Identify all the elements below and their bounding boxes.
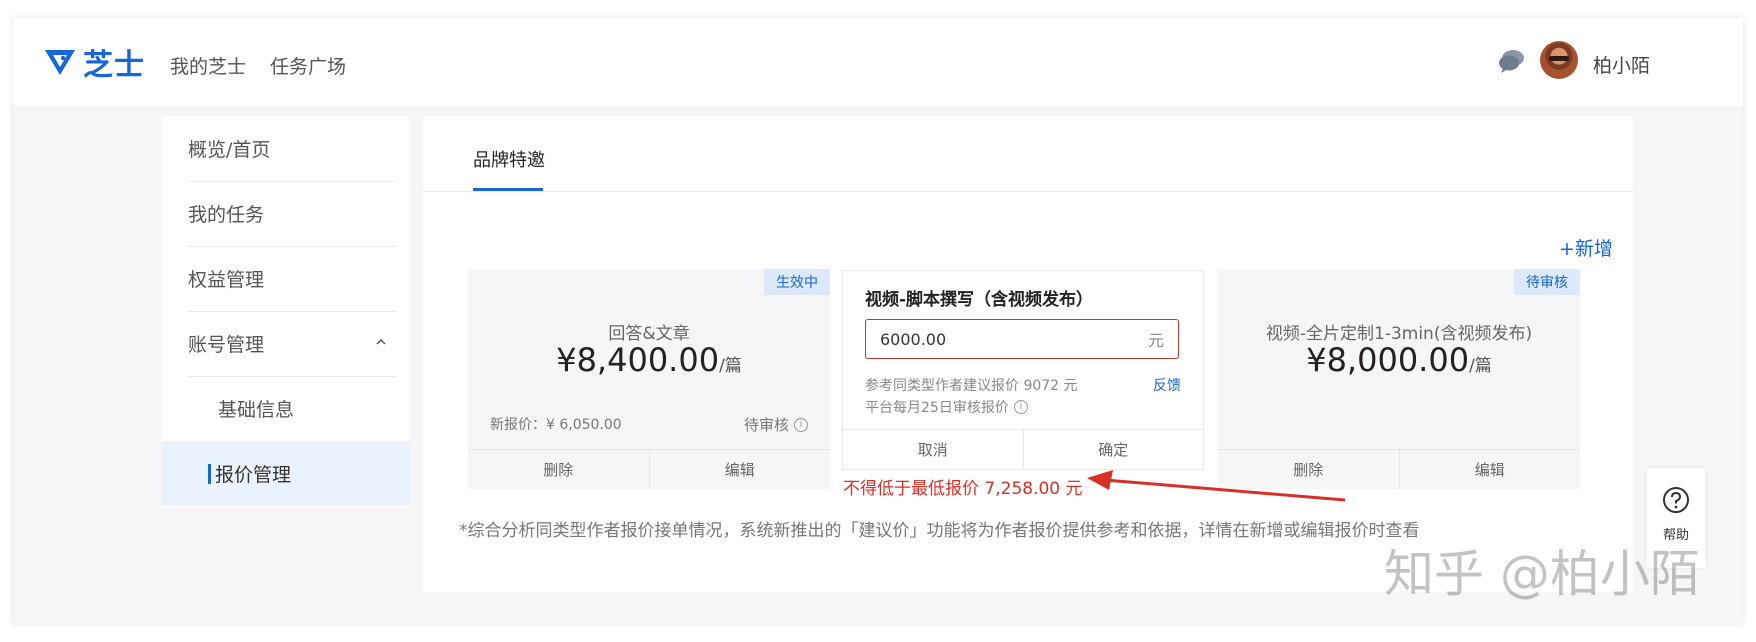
footnote: *综合分析同类型作者报价接单情况，系统新推出的「建议价」功能将为作者报价提供参考… — [459, 521, 1420, 541]
main-panel: 品牌特邀 +新增 生效中 回答&文章 ¥8,400.00/篇 新报价：¥ 6,0… — [423, 116, 1633, 592]
username[interactable]: 柏小陌 — [1593, 51, 1650, 78]
logo[interactable]: 芝士 — [43, 44, 145, 83]
price-unit: /篇 — [1469, 356, 1492, 376]
sidebar: 概览/首页 我的任务 权益管理 账号管理 基础信息 报价管理 — [162, 116, 410, 508]
edit-button[interactable]: 编辑 — [1398, 450, 1581, 489]
price-edit-card: 视频-脚本撰写（含视频发布） 6000.00 元 参考同类型作者建议报价 907… — [842, 270, 1204, 470]
price-input[interactable]: 6000.00 元 — [865, 319, 1179, 359]
sidebar-item-overview[interactable]: 概览/首页 — [162, 116, 410, 181]
add-button[interactable]: +新增 — [1559, 234, 1613, 261]
annotation-arrow — [1087, 470, 1346, 502]
price-card-video: 待审核 视频-全片定制1-3min(含视频发布) ¥8,000.00/篇 删除 … — [1218, 269, 1580, 489]
review-status-label: 待审核 — [743, 416, 789, 434]
price-card-article: 生效中 回答&文章 ¥8,400.00/篇 新报价：¥ 6,050.00 待审核… — [468, 269, 830, 489]
sidebar-item-label: 权益管理 — [188, 269, 265, 291]
info-icon[interactable]: i — [794, 417, 808, 432]
question-icon — [1663, 487, 1689, 513]
logo-text: 芝士 — [83, 48, 145, 83]
review-schedule-text: 平台每月25日审核报价 — [865, 400, 1009, 416]
watermark: 知乎 @柏小陌 — [1384, 545, 1700, 603]
price-value: ¥8,000.00 — [1306, 341, 1470, 379]
chevron-up-icon — [376, 338, 386, 345]
price-input-suffix: 元 — [1147, 331, 1164, 350]
confirm-button[interactable]: 确定 — [1022, 430, 1204, 469]
tab-divider — [423, 191, 1633, 192]
review-status: 待审核 i — [744, 414, 808, 435]
chat-icon[interactable] — [1497, 46, 1527, 76]
cancel-button[interactable]: 取消 — [843, 430, 1023, 469]
error-message: 不得低于最低报价 7,258.00 元 — [843, 479, 1083, 499]
nav-task-plaza[interactable]: 任务广场 — [270, 52, 346, 79]
sidebar-item-basic-info[interactable]: 基础信息 — [162, 376, 410, 441]
nav-my-zhishi[interactable]: 我的芝士 — [170, 52, 246, 79]
active-indicator — [208, 463, 211, 484]
sidebar-item-label: 概览/首页 — [188, 139, 271, 161]
price-unit: /篇 — [719, 356, 742, 376]
tab-brand-invite[interactable]: 品牌特邀 — [473, 146, 545, 172]
delete-button[interactable]: 删除 — [468, 450, 649, 489]
card-price: ¥8,400.00/篇 — [468, 341, 830, 379]
status-badge: 待审核 — [1514, 269, 1580, 295]
card-actions: 删除 编辑 — [468, 449, 830, 489]
zhishi-logo-icon — [45, 50, 75, 75]
sidebar-item-label: 基础信息 — [218, 399, 295, 421]
avatar[interactable] — [1540, 41, 1578, 79]
status-badge: 生效中 — [764, 269, 830, 295]
price-input-value: 6000.00 — [880, 329, 947, 349]
edit-card-title: 视频-脚本撰写（含视频发布） — [865, 290, 1094, 310]
sidebar-item-label: 报价管理 — [215, 464, 292, 486]
edit-button[interactable]: 编辑 — [648, 450, 831, 489]
sidebar-item-benefits[interactable]: 权益管理 — [162, 246, 410, 311]
feedback-link[interactable]: 反馈 — [1153, 375, 1181, 395]
sidebar-item-label: 我的任务 — [188, 204, 265, 226]
top-bar: 芝士 我的芝士 任务广场 柏小陌 — [13, 18, 1743, 106]
card-price: ¥8,000.00/篇 — [1218, 341, 1580, 379]
edit-actions: 取消 确定 — [843, 429, 1203, 469]
sidebar-item-account[interactable]: 账号管理 — [162, 311, 410, 376]
review-schedule-hint: 平台每月25日审核报价 i — [865, 397, 1028, 417]
new-price: 新报价：¥ 6,050.00 — [490, 417, 622, 433]
price-value: ¥8,400.00 — [556, 341, 720, 379]
sidebar-item-pricing[interactable]: 报价管理 — [162, 441, 410, 506]
sidebar-item-label: 账号管理 — [188, 334, 265, 356]
info-icon[interactable]: i — [1013, 400, 1028, 414]
suggested-price-hint: 参考同类型作者建议报价 9072 元 — [865, 378, 1078, 394]
sidebar-item-my-tasks[interactable]: 我的任务 — [162, 181, 410, 246]
